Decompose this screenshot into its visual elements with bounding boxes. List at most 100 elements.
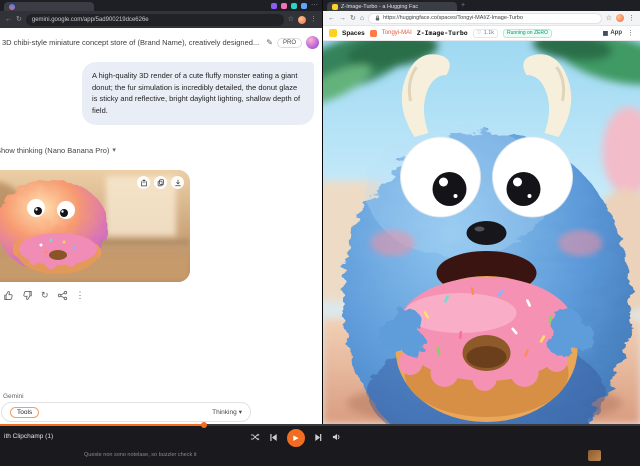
next-button[interactable] <box>314 429 323 447</box>
tabstrip-menu-icon[interactable]: ⋯ <box>311 2 318 9</box>
org-avatar[interactable] <box>369 29 377 37</box>
download-icon <box>174 179 181 186</box>
volume-button[interactable] <box>332 429 342 447</box>
clipchamp-player-bar: ith Clipchamp (1) ▶ Queste non sono note… <box>0 422 640 466</box>
space-header: Spaces Tongyi-MAI Z-Image-Turbo ♡ 1.1k R… <box>323 26 640 41</box>
browser-menu-icon[interactable]: ⋮ <box>628 15 635 22</box>
browser-profile-avatar[interactable] <box>298 15 306 24</box>
huggingface-logo-icon[interactable] <box>329 29 337 37</box>
playback-controls: ▶ <box>250 429 342 447</box>
timeline-thumbnail[interactable] <box>588 450 601 461</box>
clipchamp-window-title: ith Clipchamp (1) <box>4 433 54 440</box>
huggingface-favicon <box>332 3 338 10</box>
shuffle-button[interactable] <box>250 429 260 447</box>
share-nodes-icon <box>57 290 67 301</box>
model-selector[interactable]: Thinking ▾ <box>212 408 242 417</box>
browser-menu-icon[interactable]: ⋮ <box>310 16 317 23</box>
space-output-image <box>323 41 640 424</box>
app-tab[interactable]: ▦ App <box>603 30 622 37</box>
right-browser-toolbar: ← → ↻ ⌂ https://huggingface.co/spaces/To… <box>323 11 640 26</box>
copy-icon <box>157 178 164 186</box>
image-hover-actions <box>137 176 184 189</box>
left-tabstrip: ⋯ <box>0 0 322 11</box>
back-icon[interactable]: ← <box>5 16 12 23</box>
browser-profile-avatar[interactable] <box>616 14 624 22</box>
generated-image-card[interactable] <box>0 170 190 282</box>
lock-icon <box>375 15 380 21</box>
more-options-button[interactable]: ⋮ <box>76 291 85 300</box>
reload-icon[interactable]: ↻ <box>350 15 356 22</box>
conversation-header: 3D chibi-style miniature concept store o… <box>2 36 319 49</box>
shield-extension-icon[interactable] <box>271 2 277 9</box>
url-bar[interactable]: https://huggingface.co/spaces/Tongyi-MAI… <box>368 12 602 24</box>
response-actions: ↻ ⋮ <box>3 290 85 301</box>
url-text: https://huggingface.co/spaces/Tongyi-MAI… <box>383 15 523 21</box>
reload-icon[interactable]: ↻ <box>16 16 22 23</box>
extension-icon[interactable] <box>281 2 287 9</box>
regenerate-button[interactable]: ↻ <box>41 291 49 300</box>
spaces-link[interactable]: Spaces <box>342 30 365 37</box>
extension-toolbar: ⋯ <box>271 2 318 11</box>
prompt-input[interactable]: Tools Thinking ▾ <box>1 402 251 422</box>
screen: ⋯ ← ↻ gemini.google.com/app/5ad900219dce… <box>0 0 640 466</box>
tools-button[interactable]: Tools <box>10 406 40 418</box>
url-text: gemini.google.com/app/5ad900219dce626e <box>31 16 149 23</box>
gemini-page: 3D chibi-style miniature concept store o… <box>0 28 322 424</box>
seek-progress <box>0 424 205 426</box>
previous-button[interactable] <box>269 429 278 447</box>
extension-icon[interactable] <box>291 2 297 9</box>
forward-icon[interactable]: → <box>339 15 346 22</box>
download-image-button[interactable] <box>171 176 184 189</box>
heart-icon: ♡ <box>476 30 482 36</box>
url-bar[interactable]: gemini.google.com/app/5ad900219dce626e <box>25 13 284 26</box>
conversation-title: 3D chibi-style miniature concept store o… <box>2 38 260 47</box>
thumbs-down-button[interactable] <box>22 290 33 301</box>
show-thinking-label: Show thinking (Nano Banana Pro) <box>0 146 110 155</box>
left-browser-toolbar: ← ↻ gemini.google.com/app/5ad900219dce62… <box>0 11 322 28</box>
huggingface-tab[interactable]: Z-Image-Turbo - a Hugging Fac <box>327 2 457 11</box>
thumbs-up-icon <box>4 291 13 300</box>
back-icon[interactable]: ← <box>328 15 335 22</box>
chevron-down-icon: ▾ <box>238 409 242 416</box>
hf-monster-illustration <box>323 41 640 424</box>
edit-title-icon[interactable]: ✎ <box>266 38 273 47</box>
show-thinking-toggle[interactable]: Show thinking (Nano Banana Pro) ▾ <box>0 146 116 155</box>
share-response-button[interactable] <box>57 290 68 301</box>
app-tab-label: App <box>610 30 622 36</box>
thumbs-up-button[interactable] <box>3 290 14 301</box>
right-tabstrip: Z-Image-Turbo - a Hugging Fac + <box>323 0 640 11</box>
like-count: 1.1k <box>483 30 495 36</box>
gemini-browser-window: ⋯ ← ↻ gemini.google.com/app/5ad900219dce… <box>0 0 322 424</box>
star-icon[interactable]: ☆ <box>288 16 294 23</box>
user-prompt-text: A high-quality 3D render of a cute fluff… <box>92 71 301 115</box>
new-tab-button[interactable]: + <box>461 2 465 11</box>
app-grid-icon: ▦ <box>602 30 609 37</box>
user-avatar[interactable] <box>306 36 319 49</box>
thumbs-down-icon <box>23 291 32 300</box>
share-icon <box>140 178 147 186</box>
home-icon[interactable]: ⌂ <box>360 15 364 22</box>
gemini-brand-label: Gemini <box>3 393 24 400</box>
copy-image-button[interactable] <box>154 176 167 189</box>
gemini-favicon <box>9 3 15 10</box>
next-icon <box>315 433 322 442</box>
huggingface-browser-window: Z-Image-Turbo - a Hugging Fac + ← → ↻ ⌂ … <box>322 0 640 424</box>
play-icon: ▶ <box>293 435 299 442</box>
shuffle-icon <box>250 433 260 441</box>
gemini-tab[interactable] <box>4 2 94 11</box>
video-caption-text: Queste non sono notelase, so buzzler che… <box>84 452 197 458</box>
downloads-icon[interactable] <box>301 2 307 9</box>
space-name[interactable]: Z-Image-Turbo <box>417 29 468 37</box>
pro-badge: PRO <box>276 37 302 48</box>
running-status-badge: Running on ZERO <box>503 28 552 38</box>
like-button[interactable]: ♡ 1.1k <box>472 28 499 38</box>
model-label: Thinking <box>212 408 237 416</box>
space-menu-icon[interactable]: ⋮ <box>627 30 634 37</box>
seek-handle[interactable] <box>201 422 207 428</box>
star-icon[interactable]: ☆ <box>606 15 612 22</box>
share-image-button[interactable] <box>137 176 150 189</box>
play-button[interactable]: ▶ <box>287 429 305 447</box>
chevron-down-icon: ▾ <box>112 147 116 154</box>
org-link[interactable]: Tongyi-MAI <box>382 30 412 36</box>
volume-icon <box>332 433 340 441</box>
